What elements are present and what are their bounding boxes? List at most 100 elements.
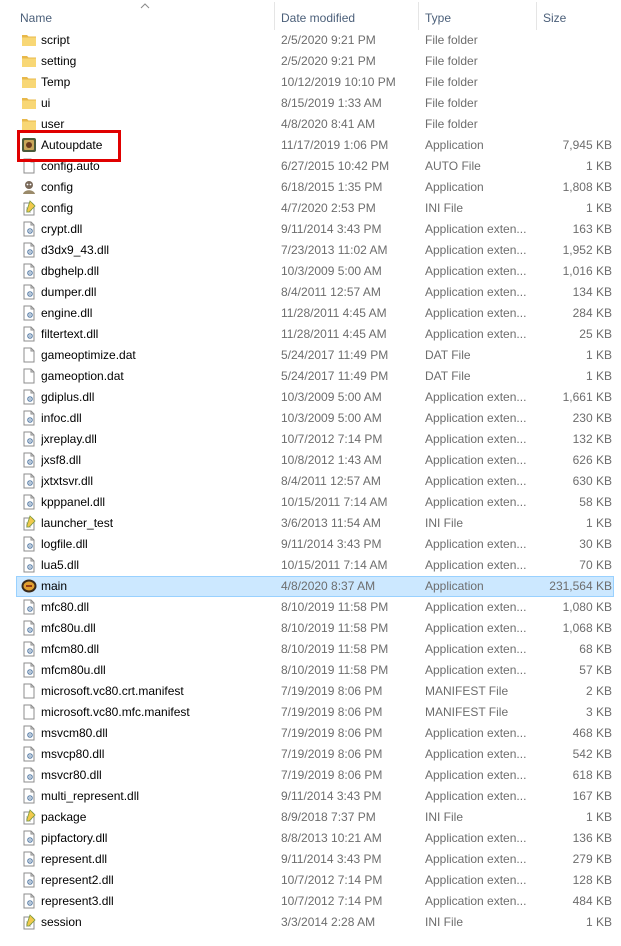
file-size: 2 KB [585, 684, 612, 698]
file-row[interactable]: gdiplus.dll 10/3/2009 5:00 AM Application … [16, 387, 614, 408]
file-name: launcher_test [41, 516, 114, 530]
dll-icon [21, 851, 37, 867]
file-name: user [41, 117, 65, 131]
file-size: 279 KB [572, 852, 612, 866]
file-row[interactable]: script 2/5/2020 9:21 PM File folder [16, 30, 614, 51]
file-row[interactable]: crypt.dll 9/11/2014 3:43 PM Application ex… [16, 219, 614, 240]
file-name: config [41, 180, 74, 194]
folder-icon [21, 95, 37, 111]
file-row[interactable]: config 6/18/2015 1:35 PM Application 1,808 … [16, 177, 614, 198]
file-row[interactable]: launcher_test 3/6/2013 11:54 AM INI File 1 … [16, 513, 614, 534]
file-date-modified: 5/24/2017 11:49 PM [281, 369, 389, 383]
file-name: config.auto [41, 159, 100, 173]
file-row[interactable]: jxsf8.dll 10/8/2012 1:43 AM Application ex… [16, 450, 614, 471]
file-name: mfc80.dll [41, 600, 90, 614]
file-size [517, 31, 612, 50]
dll-icon [21, 536, 37, 552]
file-row[interactable]: config.auto 6/27/2015 10:42 PM AUTO File 1 … [16, 156, 614, 177]
file-row[interactable]: mfcm80u.dll 8/10/2019 11:58 PM Application… [16, 660, 614, 681]
file-size: 626 KB [572, 453, 612, 467]
dll-icon [21, 725, 37, 741]
file-row[interactable]: dbghelp.dll 10/3/2009 5:00 AM Application … [16, 261, 614, 282]
file-row[interactable]: setting 2/5/2020 9:21 PM File folder [16, 51, 614, 72]
file-date-modified: 10/12/2019 10:10 PM [281, 75, 396, 89]
file-date-modified: 6/27/2015 10:42 PM [281, 159, 390, 173]
file-size: 230 KB [572, 411, 612, 425]
file-size: 1 KB [585, 201, 612, 215]
file-date-modified: 7/19/2019 8:06 PM [281, 684, 383, 698]
file-row[interactable]: msvcp80.dll 7/19/2019 8:06 PM Application … [16, 744, 614, 765]
dll-icon [21, 599, 37, 615]
file-name: dbghelp.dll [41, 264, 100, 278]
file-row[interactable]: represent3.dll 10/7/2012 7:14 PM Applicati… [16, 891, 614, 912]
file-size: 1 KB [585, 516, 612, 530]
column-header-size[interactable]: Size [537, 0, 621, 32]
file-name: setting [41, 54, 77, 68]
file-date-modified: 10/7/2012 7:14 PM [281, 432, 383, 446]
file-size: 284 KB [572, 306, 612, 320]
file-size: 25 KB [579, 327, 612, 341]
file-row[interactable]: jxtxtsvr.dll 8/4/2011 12:57 AM Application… [16, 471, 614, 492]
file-row[interactable]: jxreplay.dll 10/7/2012 7:14 PM Application… [16, 429, 614, 450]
file-row[interactable]: d3dx9_43.dll 7/23/2013 11:02 AM Applicatio… [16, 240, 614, 261]
column-header-date-modified[interactable]: Date modified [275, 0, 418, 32]
file-row[interactable]: gameoption.dat 5/24/2017 11:49 PM DAT File… [16, 366, 614, 387]
file-row[interactable]: pipfactory.dll 8/8/2013 10:21 AM Applicati… [16, 828, 614, 849]
file-row[interactable]: dumper.dll 8/4/2011 12:57 AM Application e… [16, 282, 614, 303]
dll-icon [21, 221, 37, 237]
file-date-modified: 7/19/2019 8:06 PM [281, 747, 383, 761]
file-row[interactable]: gameoptimize.dat 5/24/2017 11:49 PM DAT Fi… [16, 345, 614, 366]
file-row[interactable]: msvcr80.dll 7/19/2019 8:06 PM Application … [16, 765, 614, 786]
file-size: 1 KB [585, 369, 612, 383]
file-date-modified: 8/15/2019 1:33 AM [281, 96, 382, 110]
file-row[interactable]: filtertext.dll 11/28/2011 4:45 AM Applicat… [16, 324, 614, 345]
file-name: microsoft.vc80.mfc.manifest [41, 705, 190, 719]
file-name: microsoft.vc80.crt.manifest [41, 684, 184, 698]
file-row[interactable]: package 8/9/2018 7:37 PM INI File 1 KB [16, 807, 614, 828]
file-row[interactable]: Temp 10/12/2019 10:10 PM File folder [16, 72, 614, 93]
file-date-modified: 3/6/2013 11:54 AM [281, 516, 381, 530]
file-row[interactable]: Autoupdate 11/17/2019 1:06 PM Application 7… [16, 135, 614, 156]
file-name: Autoupdate [41, 138, 103, 152]
file-row[interactable]: kpppanel.dll 10/15/2011 7:14 AM Applicatio… [16, 492, 614, 513]
ini-file-icon [21, 914, 37, 930]
file-row[interactable]: ui 8/15/2019 1:33 AM File folder [16, 93, 614, 114]
file-row[interactable]: main 4/8/2020 8:37 AM Application 231,564 K… [16, 576, 614, 597]
file-row[interactable]: engine.dll 11/28/2011 4:45 AM Application … [16, 303, 614, 324]
file-row[interactable]: config 4/7/2020 2:53 PM INI File 1 KB [16, 198, 614, 219]
dll-icon [21, 326, 37, 342]
file-row[interactable]: mfc80.dll 8/10/2019 11:58 PM Application e… [16, 597, 614, 618]
file-size [517, 52, 612, 71]
file-date-modified: 10/15/2011 7:14 AM [281, 558, 388, 572]
app-autoupdate-icon [21, 137, 37, 153]
file-row[interactable]: represent2.dll 10/7/2012 7:14 PM Applicati… [16, 870, 614, 891]
file-name: represent3.dll [41, 894, 114, 908]
file-row[interactable]: multi_represent.dll 9/11/2014 3:43 PM Appl… [16, 786, 614, 807]
file-row[interactable]: msvcm80.dll 7/19/2019 8:06 PM Application … [16, 723, 614, 744]
dll-icon [21, 662, 37, 678]
file-date-modified: 9/11/2014 3:43 PM [281, 789, 382, 803]
file-name: pipfactory.dll [41, 831, 108, 845]
file-name: gameoptimize.dat [41, 348, 136, 362]
file-name: multi_represent.dll [41, 789, 140, 803]
file-size: 1,080 KB [562, 600, 612, 614]
column-header-name[interactable]: Name [14, 0, 274, 32]
file-row[interactable]: microsoft.vc80.mfc.manifest 7/19/2019 8:0… [16, 702, 614, 723]
file-size: 128 KB [572, 873, 612, 887]
file-row[interactable]: microsoft.vc80.crt.manifest 7/19/2019 8:0… [16, 681, 614, 702]
file-row[interactable]: mfcm80.dll 8/10/2019 11:58 PM Application … [16, 639, 614, 660]
file-date-modified: 10/3/2009 5:00 AM [281, 411, 382, 425]
file-row[interactable]: infoc.dll 10/3/2009 5:00 AM Application ex… [16, 408, 614, 429]
folder-icon [21, 116, 37, 132]
file-row[interactable]: represent.dll 9/11/2014 3:43 PM Applicatio… [16, 849, 614, 870]
file-size: 231,564 KB [549, 579, 612, 593]
dll-icon [21, 893, 37, 909]
file-row[interactable]: session 3/3/2014 2:28 AM INI File 1 KB [16, 912, 614, 933]
file-row[interactable]: mfc80u.dll 8/10/2019 11:58 PM Application … [16, 618, 614, 639]
file-size: 1,016 KB [562, 264, 612, 278]
file-date-modified: 10/7/2012 7:14 PM [281, 894, 383, 908]
file-row[interactable]: lua5.dll 10/15/2011 7:14 AM Application ex… [16, 555, 614, 576]
column-header-type[interactable]: Type [419, 0, 536, 32]
file-row[interactable]: logfile.dll 9/11/2014 3:43 PM Application … [16, 534, 614, 555]
file-row[interactable]: user 4/8/2020 8:41 AM File folder [16, 114, 614, 135]
